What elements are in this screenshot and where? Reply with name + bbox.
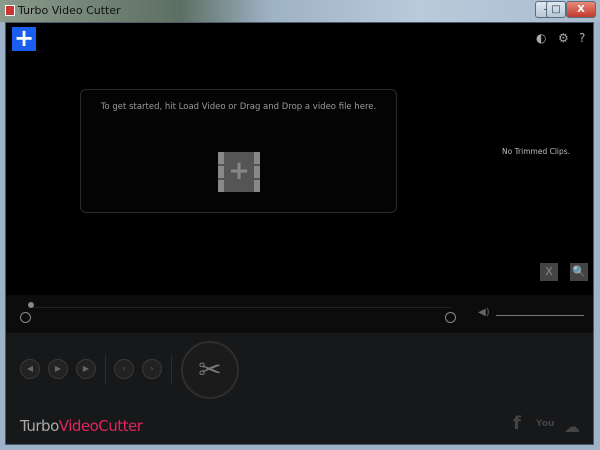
seek-track[interactable] — [31, 307, 451, 308]
brand-logo: TurboVideoCutter — [20, 417, 143, 435]
close-button[interactable]: X — [566, 1, 596, 18]
theme-icon[interactable]: ◐ — [536, 31, 546, 45]
facebook-icon[interactable]: f — [513, 413, 521, 434]
video-drop-zone[interactable]: To get started, hit Load Video or Drag a… — [80, 89, 397, 213]
load-video-button[interactable]: + — [12, 26, 36, 51]
no-clips-label: No Trimmed Clips. — [502, 147, 571, 156]
plus-icon: + — [228, 156, 250, 186]
playhead-handle[interactable] — [28, 302, 34, 308]
trim-start-handle[interactable] — [20, 312, 31, 323]
divider — [105, 355, 106, 385]
settings-gear-icon[interactable]: ⚙ — [558, 31, 569, 45]
trim-end-handle[interactable] — [445, 312, 456, 323]
logo-turbo: Turbo — [20, 417, 59, 435]
help-button[interactable]: ? — [579, 31, 585, 45]
play-button[interactable]: ▶ — [48, 359, 68, 379]
volume-slider[interactable] — [496, 315, 584, 316]
timeline-bar: ◀) — [6, 295, 593, 333]
mark-out-button[interactable]: › — [142, 359, 162, 379]
volume-icon[interactable]: ◀) — [478, 307, 490, 318]
drop-instructions: To get started, hit Load Video or Drag a… — [100, 102, 377, 112]
next-frame-button[interactable]: ▶ — [76, 359, 96, 379]
mark-in-button[interactable]: ‹ — [114, 359, 134, 379]
cut-scissors-button[interactable]: ✂ — [181, 341, 239, 399]
window-title: Turbo Video Cutter — [18, 4, 121, 17]
app-icon — [5, 5, 15, 16]
add-video-film-icon[interactable]: + — [218, 152, 260, 192]
previous-frame-button[interactable]: ◀ — [20, 359, 40, 379]
app-window: + ◐ ⚙ ? To get started, hit Load Video o… — [5, 22, 594, 445]
youtube-icon[interactable]: You — [536, 419, 554, 429]
logo-video-cutter: VideoCutter — [58, 417, 143, 435]
title-bar: Turbo Video Cutter – □ X — [0, 0, 600, 22]
clear-clips-icon[interactable]: X — [540, 263, 558, 281]
browse-folder-icon[interactable]: 🔍 — [570, 263, 588, 281]
divider — [171, 355, 172, 385]
playback-controls: ◀ ▶ ▶ ‹ › ✂ TurboVideoCutter f You ☁ — [6, 333, 593, 444]
maximize-button[interactable]: □ — [546, 1, 566, 18]
cloud-icon[interactable]: ☁ — [564, 417, 580, 436]
